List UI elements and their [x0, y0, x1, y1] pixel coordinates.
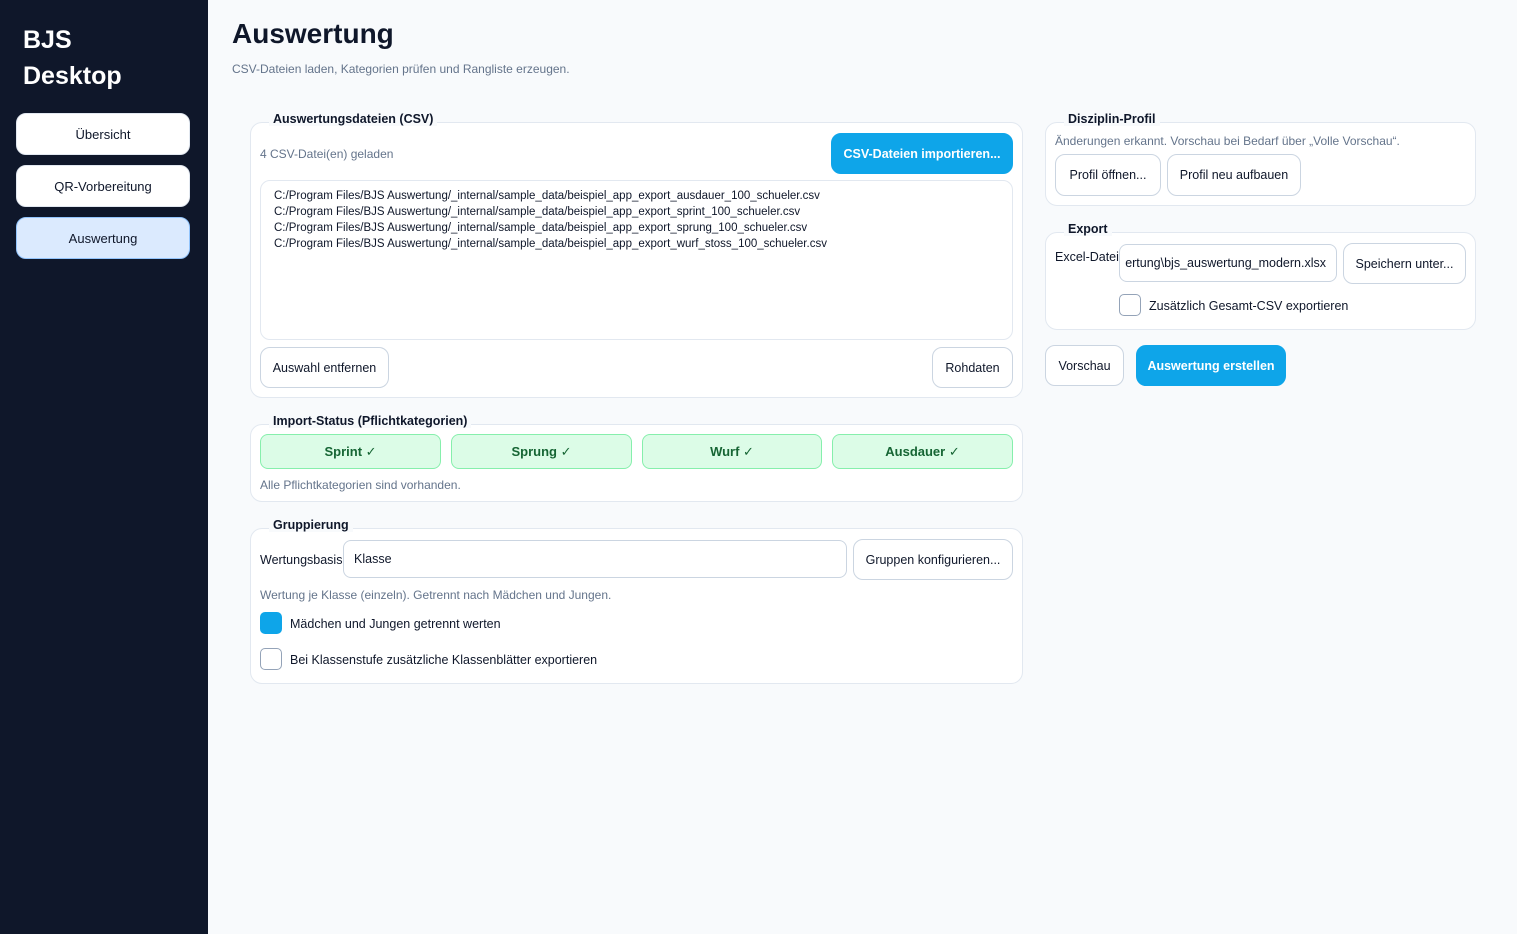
export-csv-checkbox[interactable]: [1119, 294, 1141, 316]
list-item[interactable]: C:/Program Files/BJS Auswertung/_interna…: [274, 236, 999, 252]
excel-file-input[interactable]: ertung\bjs_auswertung_modern.xlsx: [1119, 244, 1337, 282]
import-csv-button[interactable]: CSV-Dateien importieren...: [831, 133, 1013, 174]
sidebar-item-auswertung[interactable]: Auswertung: [16, 217, 190, 259]
page-title: Auswertung: [232, 18, 394, 49]
list-item[interactable]: C:/Program Files/BJS Auswertung/_interna…: [274, 220, 999, 236]
create-evaluation-button[interactable]: Auswertung erstellen: [1136, 345, 1286, 386]
configure-groups-button[interactable]: Gruppen konfigurieren...: [853, 539, 1013, 580]
app-title-line1: BJS: [23, 26, 72, 54]
import-status-note: Alle Pflichtkategorien sind vorhanden.: [260, 478, 461, 492]
status-badge-ausdauer: Ausdauer ✓: [832, 434, 1013, 469]
status-badge-wurf: Wurf ✓: [642, 434, 822, 469]
grouping-title: Gruppierung: [269, 518, 353, 532]
remove-selection-button[interactable]: Auswahl entfernen: [260, 347, 389, 388]
app-title: BJS Desktop: [23, 22, 122, 94]
export-csv-label[interactable]: Zusätzlich Gesamt-CSV exportieren: [1149, 299, 1348, 313]
sidebar-item-label: QR-Vorbereitung: [54, 178, 152, 194]
export-title: Export: [1064, 222, 1112, 236]
separate-gender-label[interactable]: Mädchen und Jungen getrennt werten: [290, 617, 501, 631]
class-sheets-label[interactable]: Bei Klassenstufe zusätzliche Klassenblät…: [290, 653, 597, 667]
raw-data-button[interactable]: Rohdaten: [932, 347, 1013, 388]
file-list[interactable]: C:/Program Files/BJS Auswertung/_interna…: [260, 180, 1013, 340]
profile-title: Disziplin-Profil: [1064, 112, 1160, 126]
files-card-title: Auswertungsdateien (CSV): [269, 112, 438, 126]
rebuild-profile-button[interactable]: Profil neu aufbauen: [1167, 154, 1301, 196]
status-badge-sprint: Sprint ✓: [260, 434, 441, 469]
app-title-line2: Desktop: [23, 62, 122, 90]
page-subtitle: CSV-Dateien laden, Kategorien prüfen und…: [232, 62, 570, 76]
open-profile-button[interactable]: Profil öffnen...: [1055, 154, 1161, 196]
excel-file-label: Excel-Datei: [1055, 250, 1119, 264]
sidebar: BJS Desktop Übersicht QR-Vorbereitung Au…: [0, 0, 208, 934]
separate-gender-checkbox[interactable]: [260, 612, 282, 634]
class-sheets-checkbox[interactable]: [260, 648, 282, 670]
save-as-button[interactable]: Speichern unter...: [1343, 243, 1466, 284]
sidebar-item-label: Übersicht: [75, 126, 131, 142]
status-badge-sprung: Sprung ✓: [451, 434, 632, 469]
grouping-description: Wertung je Klasse (einzeln). Getrennt na…: [260, 588, 612, 602]
files-count: 4 CSV-Datei(en) geladen: [260, 147, 394, 161]
preview-button[interactable]: Vorschau: [1045, 345, 1124, 386]
sidebar-item-uebersicht[interactable]: Übersicht: [16, 113, 190, 155]
sidebar-item-label: Auswertung: [68, 230, 138, 246]
basis-label: Wertungsbasis: [260, 553, 343, 567]
import-status-title: Import-Status (Pflichtkategorien): [269, 414, 472, 428]
list-item[interactable]: C:/Program Files/BJS Auswertung/_interna…: [274, 204, 999, 220]
sidebar-item-qr-vorbereitung[interactable]: QR-Vorbereitung: [16, 165, 190, 207]
basis-select[interactable]: Klasse: [343, 540, 847, 578]
profile-note: Änderungen erkannt. Vorschau bei Bedarf …: [1055, 134, 1400, 148]
list-item[interactable]: C:/Program Files/BJS Auswertung/_interna…: [274, 188, 999, 204]
